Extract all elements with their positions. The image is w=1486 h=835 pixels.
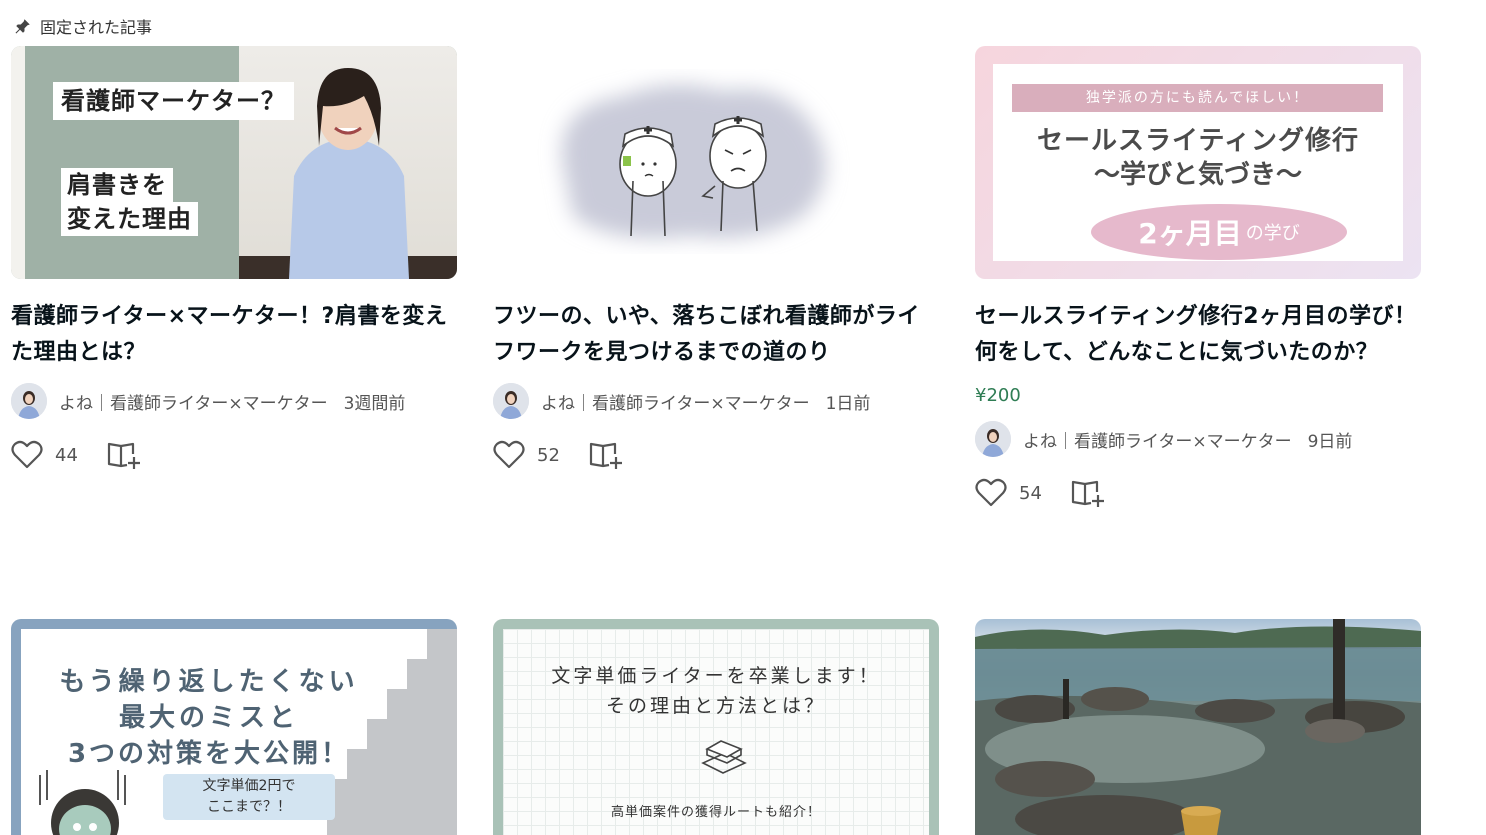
thumb-subheading-1: 最大のミスと bbox=[118, 703, 299, 733]
add-to-magazine-button[interactable] bbox=[1071, 478, 1105, 508]
nurse-illustration bbox=[561, 84, 826, 239]
thumb-banner: 独学派の方にも読んでほしい！ bbox=[1012, 84, 1383, 112]
avatar[interactable] bbox=[975, 421, 1011, 457]
article-card[interactable]: 看護師マーケター？ 肩書きを 変えた理由 看護師ライター×マーケター！?肩書を変… bbox=[11, 46, 457, 471]
like-count: 52 bbox=[537, 444, 560, 466]
heart-icon bbox=[975, 478, 1007, 507]
thumb-subheading-2: 変えた理由 bbox=[61, 202, 198, 236]
article-thumbnail[interactable] bbox=[975, 619, 1421, 835]
worried-person-illustration bbox=[39, 770, 126, 835]
person-photo bbox=[239, 46, 457, 279]
heart-icon bbox=[493, 440, 525, 469]
hot-spring-photo bbox=[975, 619, 1421, 835]
author-name[interactable]: よね｜看護師ライター×マーケター bbox=[541, 389, 810, 414]
like-button[interactable] bbox=[493, 440, 525, 470]
author-name[interactable]: よね｜看護師ライター×マーケター bbox=[59, 389, 328, 414]
thumb-subheading-1: 肩書きを bbox=[61, 168, 173, 202]
like-button[interactable] bbox=[11, 440, 43, 470]
magazine-add-icon bbox=[107, 442, 140, 469]
article-price: ¥200 bbox=[975, 385, 1021, 406]
article-thumbnail[interactable]: もう繰り返したくない 最大のミスと 3つの対策を大公開！ 文字単価2円で ここま… bbox=[11, 619, 457, 835]
author-row: よね｜看護師ライター×マーケター 1日前 bbox=[493, 383, 939, 419]
article-thumbnail[interactable]: 看護師マーケター？ 肩書きを 変えた理由 bbox=[11, 46, 457, 279]
action-bar: 44 bbox=[11, 439, 457, 471]
thumb-subheading: その理由と方法とは？ bbox=[605, 695, 826, 717]
published-time: 1日前 bbox=[825, 393, 871, 414]
thumb-footnote: 高単価案件の獲得ルートも紹介！ bbox=[610, 805, 821, 820]
magazine-add-icon bbox=[1071, 480, 1104, 507]
published-time: 9日前 bbox=[1307, 431, 1353, 452]
action-bar: 54 bbox=[975, 477, 1421, 509]
article-title[interactable]: セールスライティング修行2ヶ月目の学び！何をして、どんなことに気づいたのか？ bbox=[975, 299, 1421, 371]
thumb-bubble: 文字単価2円で ここまで？！ bbox=[163, 774, 335, 820]
like-count: 44 bbox=[55, 444, 78, 466]
article-card[interactable]: 独学派の方にも読んでほしい！ セールスライティング修行 〜学びと気づき〜 2ヶ月… bbox=[975, 46, 1421, 509]
article-thumbnail[interactable]: 文字単価ライターを卒業します！ その理由と方法とは？ 高単価案件の獲得ルートも紹… bbox=[493, 619, 939, 835]
avatar[interactable] bbox=[11, 383, 47, 419]
heart-icon bbox=[11, 440, 43, 469]
like-count: 54 bbox=[1019, 482, 1042, 504]
pin-icon bbox=[15, 19, 30, 34]
article-card[interactable]: もう繰り返したくない 最大のミスと 3つの対策を大公開！ 文字単価2円で ここま… bbox=[11, 619, 457, 835]
thumb-heading: 文字単価ライターを卒業します！ bbox=[551, 665, 881, 687]
action-bar: 52 bbox=[493, 439, 939, 471]
add-to-magazine-button[interactable] bbox=[107, 440, 141, 470]
published-time: 3週間前 bbox=[343, 393, 406, 414]
pinned-articles-header: 固定された記事 bbox=[14, 14, 152, 38]
author-row: よね｜看護師ライター×マーケター 9日前 bbox=[975, 421, 1421, 457]
magazine-add-icon bbox=[589, 442, 622, 469]
like-button[interactable] bbox=[975, 478, 1007, 508]
article-thumbnail[interactable]: 独学派の方にも読んでほしい！ セールスライティング修行 〜学びと気づき〜 2ヶ月… bbox=[975, 46, 1421, 279]
thumb-heading: セールスライティング修行 bbox=[1037, 126, 1359, 156]
article-title[interactable]: 看護師ライター×マーケター！?肩書を変えた理由とは？ bbox=[11, 299, 457, 371]
thumb-heading: 看護師マーケター？ bbox=[53, 82, 294, 120]
avatar[interactable] bbox=[493, 383, 529, 419]
article-thumbnail[interactable] bbox=[493, 46, 939, 279]
add-to-magazine-button[interactable] bbox=[589, 440, 623, 470]
author-row: よね｜看護師ライター×マーケター 3週間前 bbox=[11, 383, 457, 419]
thumb-heading: もう繰り返したくない bbox=[59, 667, 359, 697]
books-icon bbox=[701, 740, 747, 774]
article-card[interactable] bbox=[975, 619, 1421, 835]
thumb-subheading: 〜学びと気づき〜 bbox=[1093, 160, 1302, 190]
article-card[interactable]: 文字単価ライターを卒業します！ その理由と方法とは？ 高単価案件の獲得ルートも紹… bbox=[493, 619, 939, 835]
article-card[interactable]: フツーの、いや、落ちこぼれ看護師がライフワークを見つけるまでの道のり よね｜看護… bbox=[493, 46, 939, 471]
article-title[interactable]: フツーの、いや、落ちこぼれ看護師がライフワークを見つけるまでの道のり bbox=[493, 299, 939, 371]
pinned-label: 固定された記事 bbox=[40, 18, 153, 37]
author-name[interactable]: よね｜看護師ライター×マーケター bbox=[1023, 427, 1292, 452]
thumb-badge: 2ヶ月目 の学び bbox=[1091, 204, 1347, 260]
